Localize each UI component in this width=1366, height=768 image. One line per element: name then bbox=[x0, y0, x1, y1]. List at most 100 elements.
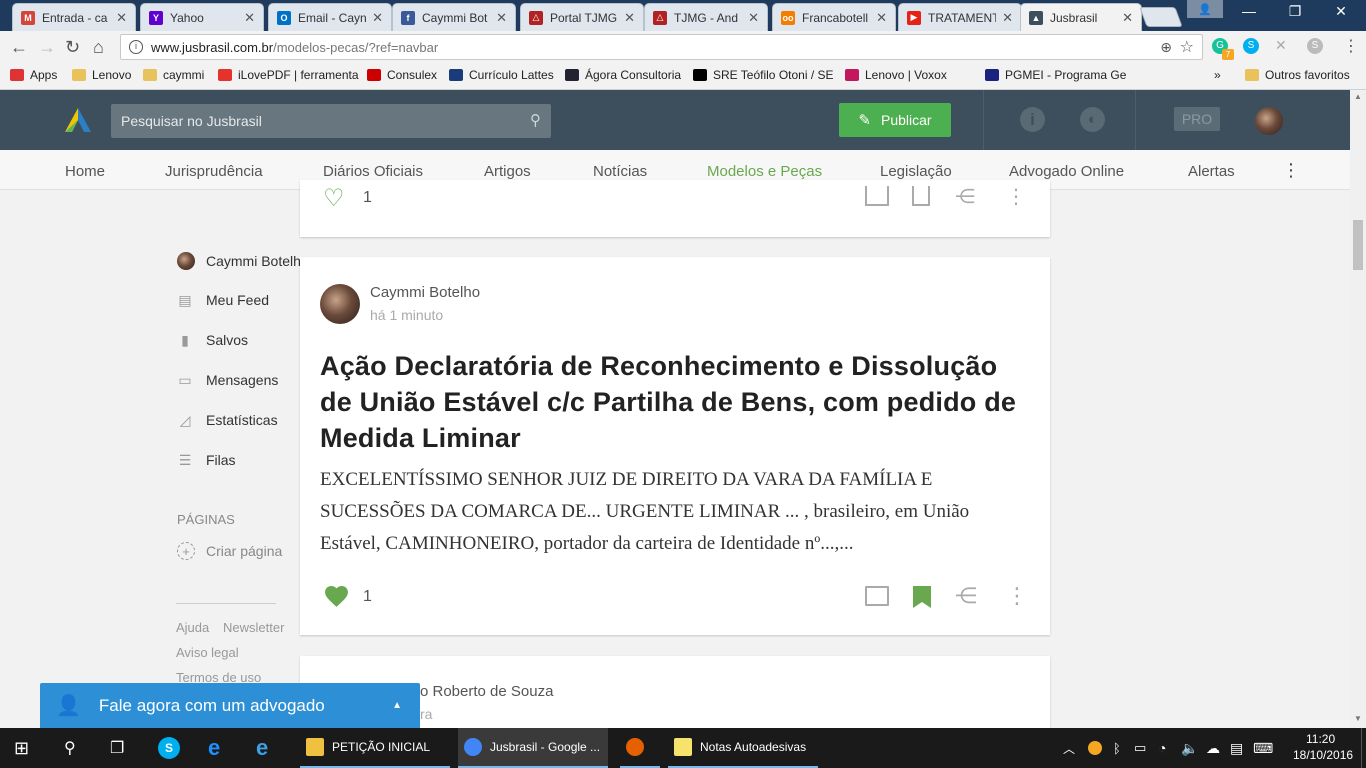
nav-item[interactable]: Legislação bbox=[880, 163, 952, 180]
close-tab-icon[interactable]: ✕ bbox=[624, 10, 635, 26]
author-name[interactable]: o Roberto de Souza bbox=[420, 683, 553, 700]
chevron-up-icon[interactable]: ▲ bbox=[392, 700, 402, 711]
tray-overflow-icon[interactable]: ︿ bbox=[1063, 728, 1075, 768]
bookmark-item[interactable]: SRE Teófilo Otoni / SE bbox=[693, 68, 834, 82]
extension-icon[interactable]: ✕ bbox=[1275, 37, 1287, 54]
bookmark-filled-icon[interactable] bbox=[912, 585, 932, 609]
jusbrasil-logo[interactable] bbox=[65, 108, 91, 132]
sidebar-profile[interactable]: Caymmi Botelho bbox=[177, 252, 309, 270]
bookmark-item[interactable]: Ágora Consultoria bbox=[565, 68, 681, 82]
post-excerpt[interactable]: EXCELENTÍSSIMO SENHOR JUIZ DE DIREITO DA… bbox=[320, 464, 1030, 560]
close-tab-icon[interactable]: ✕ bbox=[1002, 10, 1013, 26]
bookmark-item[interactable]: caymmi bbox=[143, 68, 204, 82]
skype-icon[interactable]: S bbox=[158, 728, 180, 768]
comment-icon[interactable] bbox=[865, 186, 889, 206]
nav-item[interactable]: Modelos e Peças bbox=[707, 163, 822, 180]
browser-tab[interactable]: M Entrada - ca ✕ bbox=[12, 3, 136, 31]
close-tab-icon[interactable]: ✕ bbox=[244, 10, 255, 26]
user-profile-button[interactable]: 👤 bbox=[1187, 0, 1223, 18]
wifi-icon[interactable]: ◔ bbox=[1158, 728, 1166, 768]
chrome-menu-icon[interactable]: ⋮ bbox=[1343, 36, 1359, 56]
browser-tab[interactable]: △ TJMG - And ✕ bbox=[644, 3, 768, 31]
bookmark-item[interactable]: Consulex bbox=[367, 68, 437, 82]
edge-icon[interactable]: e bbox=[208, 728, 220, 768]
keyboard-icon[interactable]: ⌨ bbox=[1253, 728, 1273, 768]
browser-tab[interactable]: oo Francabotell ✕ bbox=[772, 3, 896, 31]
nav-item[interactable]: Notícias bbox=[593, 163, 647, 180]
more-options-icon[interactable]: ⋮ bbox=[1282, 160, 1300, 181]
bookmark-outline-icon[interactable] bbox=[912, 186, 930, 206]
share-icon[interactable]: ⋲ bbox=[955, 583, 977, 609]
bookmark-item[interactable]: Currículo Lattes bbox=[449, 68, 554, 82]
minimize-button[interactable]: — bbox=[1226, 0, 1272, 22]
windows-start-icon[interactable]: ⊞ bbox=[14, 728, 29, 768]
browser-tab[interactable]: Y Yahoo ✕ bbox=[140, 3, 264, 31]
sidebar-item[interactable]: ▤ Meu Feed bbox=[177, 292, 269, 309]
browser-tab[interactable]: △ Portal TJMG ✕ bbox=[520, 3, 644, 31]
bluetooth-icon[interactable]: ᛒ bbox=[1113, 728, 1121, 768]
bookmark-item[interactable]: Lenovo | Voxox bbox=[845, 68, 947, 82]
reload-icon[interactable]: ↻ bbox=[65, 37, 80, 58]
zoom-icon[interactable]: ⊕ bbox=[1160, 39, 1172, 56]
sidebar-item[interactable]: ◿ Estatísticas bbox=[177, 412, 278, 429]
notifications-icon[interactable]: ▤ bbox=[1230, 728, 1243, 768]
clock-date[interactable]: 18/10/2016 bbox=[1293, 748, 1353, 762]
nav-item[interactable]: Jurisprudência bbox=[165, 163, 263, 180]
globe-icon[interactable]: ◐ bbox=[1080, 107, 1105, 132]
volume-icon[interactable]: 🔈 bbox=[1181, 728, 1198, 768]
nav-item[interactable]: Advogado Online bbox=[1009, 163, 1124, 180]
close-tab-icon[interactable]: ✕ bbox=[496, 10, 507, 26]
bookmark-item[interactable]: iLovePDF | ferramenta bbox=[218, 68, 359, 82]
browser-tab[interactable]: ▶ TRATAMENT ✕ bbox=[898, 3, 1022, 31]
url-bar[interactable]: i www.jusbrasil.com.br/modelos-pecas/?re… bbox=[120, 34, 1203, 60]
new-tab-button[interactable] bbox=[1139, 7, 1183, 27]
card-menu-icon[interactable]: ⋮ bbox=[1006, 184, 1026, 209]
nav-item[interactable]: Home bbox=[65, 163, 105, 180]
close-tab-icon[interactable]: ✕ bbox=[1122, 10, 1133, 26]
search-icon[interactable]: ⚲ bbox=[530, 111, 541, 129]
footer-link-ajuda[interactable]: Ajuda bbox=[176, 620, 209, 635]
chat-widget[interactable]: 👤 Fale agora com um advogado ▲ bbox=[40, 683, 420, 728]
tray-app-icon[interactable] bbox=[1088, 728, 1102, 768]
browser-tab[interactable]: O Email - Cayn ✕ bbox=[268, 3, 392, 31]
info-icon[interactable]: i bbox=[129, 40, 143, 54]
heart-outline-icon[interactable]: ♡ bbox=[323, 184, 345, 213]
close-window-button[interactable]: ✕ bbox=[1318, 0, 1364, 22]
onedrive-icon[interactable]: ☁ bbox=[1206, 728, 1220, 768]
scroll-down-arrow-icon[interactable]: ▼ bbox=[1354, 714, 1362, 723]
pro-badge[interactable]: PRO bbox=[1174, 107, 1220, 131]
scroll-up-arrow-icon[interactable]: ▲ bbox=[1354, 92, 1362, 101]
skype-extension-icon[interactable]: S bbox=[1243, 38, 1259, 54]
close-tab-icon[interactable]: ✕ bbox=[116, 10, 127, 26]
card-menu-icon[interactable]: ⋮ bbox=[1006, 583, 1028, 609]
bookmark-item[interactable]: Apps bbox=[10, 68, 57, 82]
post-title[interactable]: Ação Declaratória de Reconhecimento e Di… bbox=[320, 348, 1020, 456]
author-name[interactable]: Caymmi Botelho bbox=[370, 284, 480, 301]
sidebar-item[interactable]: ▭ Mensagens bbox=[177, 372, 278, 389]
star-icon[interactable]: ☆ bbox=[1180, 37, 1194, 57]
bookmark-item[interactable]: Lenovo bbox=[72, 68, 131, 82]
browser-tab[interactable]: f Caymmi Bot ✕ bbox=[392, 3, 516, 31]
close-tab-icon[interactable]: ✕ bbox=[372, 10, 383, 26]
search-input[interactable]: Pesquisar no Jusbrasil ⚲ bbox=[111, 104, 551, 138]
bookmarks-overflow-chevron-icon[interactable]: » bbox=[1214, 68, 1221, 82]
scroll-thumb[interactable] bbox=[1353, 220, 1363, 270]
show-desktop-button[interactable] bbox=[1361, 728, 1366, 768]
taskbar-app[interactable]: PETIÇÃO INICIAL bbox=[300, 728, 450, 768]
taskbar-app[interactable]: Jusbrasil - Google ... bbox=[458, 728, 608, 768]
close-tab-icon[interactable]: ✕ bbox=[748, 10, 759, 26]
task-view-icon[interactable]: ❐ bbox=[110, 728, 124, 768]
publish-button[interactable]: ✎ Publicar bbox=[839, 103, 951, 137]
author-avatar[interactable] bbox=[320, 284, 360, 324]
forward-arrow-icon[interactable]: → bbox=[38, 37, 56, 58]
internet-explorer-icon[interactable]: e bbox=[256, 728, 268, 768]
sidebar-item[interactable]: ▮ Salvos bbox=[177, 332, 248, 349]
browser-tab[interactable]: ▲ Jusbrasil ✕ bbox=[1020, 3, 1142, 31]
taskbar-app[interactable]: Notas Autoadesivas bbox=[668, 728, 818, 768]
maximize-button[interactable]: ❐ bbox=[1272, 0, 1318, 22]
user-avatar[interactable] bbox=[1255, 107, 1283, 135]
other-bookmarks[interactable]: Outros favoritos bbox=[1245, 68, 1350, 82]
home-icon[interactable]: ⌂ bbox=[93, 37, 104, 58]
nav-item[interactable]: Artigos bbox=[484, 163, 531, 180]
footer-link-aviso-legal[interactable]: Aviso legal bbox=[176, 645, 239, 660]
